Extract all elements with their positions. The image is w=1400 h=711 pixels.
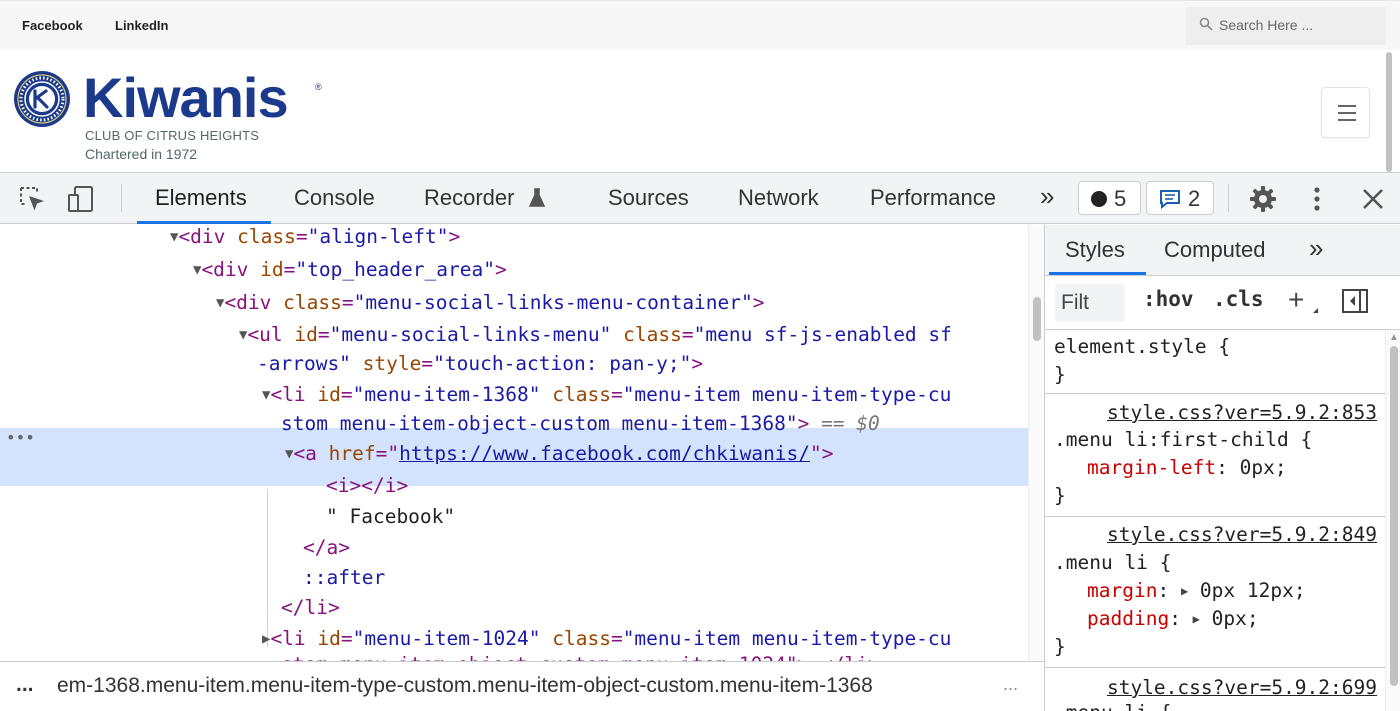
dom-node-a-facebook[interactable]: ▼<a href="https://www.facebook.com/chkiw… [285,439,834,469]
node-actions-ellipsis[interactable]: ••• [6,428,35,447]
brand-name: Kiwanis [83,66,289,129]
breadcrumb-item-selected[interactable]: em-1368.menu-item.menu-item-type-custom.… [57,674,873,698]
dom-node-li-1368[interactable]: ▼<li id="menu-item-1368" class="menu-ite… [262,380,951,410]
linkedin-link[interactable]: LinkedIn [115,18,168,33]
hamburger-menu-button[interactable] [1321,87,1370,138]
dom-close-li[interactable]: </li> [281,593,340,623]
expand-shorthand-icon[interactable]: ▶ [1181,584,1188,598]
expanded-triangle-icon[interactable]: ▼ [262,387,270,403]
stylesheet-link[interactable]: style.css?ver=5.9.2:849 [1107,521,1377,549]
dom-node-div-menu-container[interactable]: ▼<div class="menu-social-links-menu-cont… [216,288,765,318]
brand-subtitle: CLUB OF CITRUS HEIGHTS [85,128,260,143]
corner-triangle-icon [1313,308,1318,313]
more-options-icon[interactable] [1302,184,1332,214]
expanded-triangle-icon[interactable]: ▼ [216,295,224,311]
href-link[interactable]: https://www.facebook.com/chkiwanis/ [399,442,810,465]
device-toolbar-icon[interactable] [66,184,96,214]
inspect-icon[interactable] [17,184,47,214]
tab-network[interactable]: Network [738,185,819,211]
dom-node-li-1368-cont[interactable]: stom menu-item-object-custom menu-item-1… [281,409,880,439]
messages-count: 2 [1188,186,1201,211]
dom-pseudo-after[interactable]: ::after [303,563,385,593]
styles-filter-bar: Filt :hov .cls + [1045,276,1400,330]
styles-filter-input[interactable]: Filt [1055,284,1125,322]
expanded-triangle-icon[interactable]: ▼ [170,229,178,245]
search-placeholder: Search Here ... [1219,17,1314,33]
dom-text-node[interactable]: " Facebook" [326,502,455,532]
tab-computed[interactable]: Computed [1164,237,1266,263]
kiwanis-seal-logo[interactable] [13,70,71,128]
dom-node-div-top-header[interactable]: ▼<div id="top_header_area"> [193,255,507,285]
style-rule-menu-li-2[interactable]: style.css?ver=5.9.2:699 .menu li { [1045,669,1385,711]
message-icon [1160,190,1180,209]
more-style-tabs-button[interactable]: » [1309,233,1323,264]
toggle-sidebar-icon[interactable] [1341,287,1369,315]
style-rule-menu-li[interactable]: style.css?ver=5.9.2:849 .menu li { margi… [1045,518,1385,668]
hover-state-button[interactable]: :hov [1143,287,1194,311]
tab-sources[interactable]: Sources [608,185,689,211]
styles-tab-indicator [1049,272,1146,275]
stylesheet-link[interactable]: style.css?ver=5.9.2:699 [1107,674,1377,702]
dom-node-i[interactable]: <i></i> [326,471,408,501]
elements-scrollbar[interactable] [1028,225,1044,663]
dom-node-ul-menu-cont[interactable]: -arrows" style="touch-action: pan-y;"> [257,349,703,379]
facebook-link[interactable]: Facebook [22,18,83,33]
search-icon [1199,17,1213,31]
close-icon[interactable] [1358,184,1388,214]
hamburger-icon [1338,105,1356,107]
collapsed-triangle-icon[interactable]: ▶ [262,631,270,647]
devtools-panel: Elements Console Recorder Sources Networ… [0,172,1400,711]
tab-console[interactable]: Console [294,185,375,211]
errors-badge[interactable]: 5 [1078,181,1141,215]
website-viewport: Facebook LinkedIn Search Here ... Kiwani… [0,0,1400,172]
devtools-toolbar: Elements Console Recorder Sources Networ… [0,173,1400,224]
errors-count: 5 [1114,186,1127,211]
breadcrumb-overflow-left[interactable]: ... [16,673,34,697]
scroll-up-arrow-icon[interactable]: ▲ [1389,332,1399,343]
more-tabs-button[interactable]: » [1040,181,1054,212]
settings-icon[interactable] [1248,184,1278,214]
active-tab-indicator [137,221,271,224]
styles-scrollbar[interactable]: ▲ [1385,330,1400,711]
dom-node-ul-menu[interactable]: ▼<ul id="menu-social-links-menu" class="… [239,320,952,350]
dom-close-a[interactable]: </a> [303,533,350,563]
dom-node-div-align-left[interactable]: ▼<div class="align-left"> [170,225,460,252]
styles-pane: Styles Computed » Filt :hov .cls + eleme… [1044,225,1400,711]
expand-shorthand-icon[interactable]: ▶ [1193,612,1200,626]
styles-tabbar: Styles Computed » [1045,225,1400,276]
brand-chartered: Chartered in 1972 [85,146,198,162]
search-input[interactable]: Search Here ... [1186,7,1386,45]
flask-icon [528,188,546,207]
expanded-triangle-icon[interactable]: ▼ [193,262,201,278]
expanded-triangle-icon[interactable]: ▼ [239,327,247,343]
tab-elements[interactable]: Elements [155,185,247,211]
stylesheet-link[interactable]: style.css?ver=5.9.2:853 [1107,399,1377,427]
tab-recorder[interactable]: Recorder [424,185,546,211]
breadcrumb-overflow-right[interactable]: ... [1003,674,1018,695]
messages-badge[interactable]: 2 [1146,181,1214,215]
expanded-triangle-icon[interactable]: ▼ [285,446,293,462]
style-rule-element-style[interactable]: element.style { } [1045,330,1385,394]
tab-styles[interactable]: Styles [1065,237,1125,263]
tab-performance[interactable]: Performance [870,185,996,211]
dom-tree[interactable]: ••• ▼<div class="align-left"> ▼<div id="… [0,225,1028,663]
new-style-rule-button[interactable]: + [1288,284,1304,316]
class-toggle-button[interactable]: .cls [1213,287,1264,311]
breadcrumb: ... em-1368.menu-item.menu-item-type-cus… [0,661,1044,711]
site-scrollbar[interactable] [1383,52,1397,172]
style-rule-first-child[interactable]: style.css?ver=5.9.2:853 .menu li:first-c… [1045,395,1385,517]
site-top-bar: Facebook LinkedIn Search Here ... [0,0,1400,50]
error-dot-icon [1091,191,1107,207]
registered-mark: ® [315,82,322,92]
selected-node-marker: == $0 [821,412,880,435]
